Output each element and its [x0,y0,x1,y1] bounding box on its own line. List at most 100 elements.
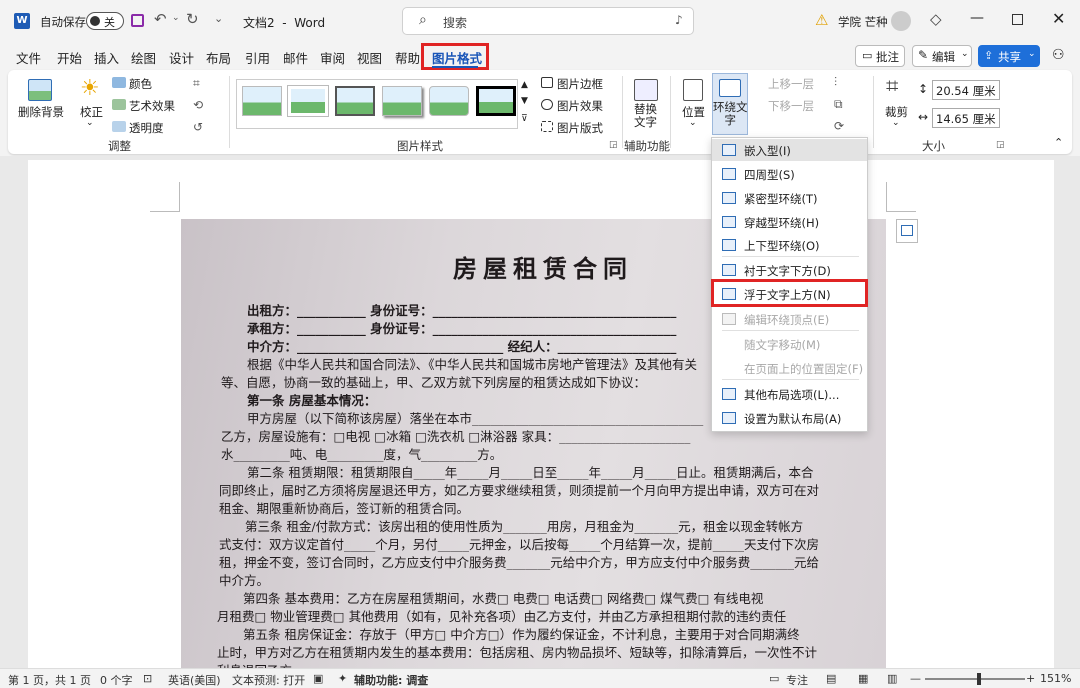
focus-label[interactable]: 专注 [786,672,808,688]
tab-design[interactable]: 设计 [169,48,194,67]
art-effect-label[interactable]: 艺术效果 [129,98,175,114]
wrap-menu-label: 衬于文字下方(D) [744,264,831,278]
macro-icon[interactable]: ▣ [313,672,323,685]
zoom-out-icon[interactable]: — [910,672,921,685]
web-layout-icon[interactable]: ▥ [887,672,897,685]
wrap-menu-item: 在页面上的位置固定(F) [712,357,867,379]
diamond-icon[interactable]: ◇ [930,10,942,28]
contract-line: 第二条 租赁期限：租赁期限自_____年_____月_____日至_____年_… [247,465,814,480]
layout-options-button[interactable] [896,219,918,243]
user-name[interactable]: 学院 芒种 [838,14,888,30]
print-layout-icon[interactable]: ▦ [858,672,868,685]
tab-draw[interactable]: 绘图 [131,48,156,67]
wrap-menu-item[interactable]: 四周型(S) [712,163,867,185]
tab-mailings[interactable]: 邮件 [283,48,308,67]
tab-file[interactable]: 文件 [16,48,41,67]
transparency-icon[interactable] [112,121,126,132]
wrap-menu-item[interactable]: 设置为默认布局(A) [712,407,867,429]
height-input[interactable]: 20.54 厘米 [932,80,1000,100]
picture-layout-icon[interactable] [541,121,553,132]
wrap-menu-item[interactable]: 紧密型环绕(T) [712,187,867,209]
picture-style-6[interactable] [476,86,516,116]
collapse-ribbon-icon[interactable]: ⌃ [1054,136,1063,149]
picture-style-3[interactable] [335,86,375,116]
focus-icon[interactable]: ▭ [769,672,779,685]
wrap-menu-item[interactable]: 穿越型环绕(H) [712,211,867,233]
search-box[interactable]: ⌕ 搜索 ♪ [402,7,694,35]
picture-border-icon[interactable] [541,77,553,88]
person-icon[interactable]: ⚇ [1052,47,1065,63]
wrap-menu-item[interactable]: 其他布局选项(L)... [712,383,867,405]
qat-customize-icon[interactable]: ⌄ [214,12,223,25]
color-label[interactable]: 颜色 [129,76,152,92]
dialog-launcher-icon[interactable]: ◲ [996,140,1005,150]
picture-style-4[interactable] [382,86,422,116]
close-icon[interactable]: ✕ [1052,9,1065,28]
accessibility-status[interactable]: 辅助功能: 调查 [354,672,428,688]
tab-help[interactable]: 帮助 [395,48,420,67]
group-icon[interactable]: ⧉ [834,97,843,112]
effect-label[interactable]: 图片效果 [557,98,603,114]
gallery-scroll-down-icon[interactable]: ▼ [521,96,528,106]
maximize-icon[interactable] [1012,14,1023,25]
zoom-slider[interactable] [925,673,1025,685]
undo-icon[interactable]: ↶ [154,10,167,28]
position-icon[interactable] [683,79,703,101]
page-count[interactable]: 第 1 页，共 1 页 [8,672,91,688]
edit-button[interactable]: ✎ 编辑 ⌄ [912,45,972,67]
comment-button[interactable]: ▭ 批注 [855,45,905,67]
picture-style-1[interactable] [242,86,282,116]
gallery-scroll-up-icon[interactable]: ▲ [521,80,528,90]
zoom-in-icon[interactable]: + [1026,672,1035,685]
zoom-level[interactable]: 151% [1040,672,1071,685]
wrap-menu-item[interactable]: 衬于文字下方(D) [712,259,867,281]
zoom-thumb[interactable] [977,673,981,685]
artistic-effects-icon[interactable] [112,99,126,110]
remove-bg-label[interactable]: 删除背景 [18,104,64,120]
share-button[interactable]: ⇪ 共享 ⌄ [978,45,1040,67]
read-mode-icon[interactable]: ▤ [826,672,836,685]
microphone-icon[interactable]: ♪ [675,13,683,27]
change-picture-icon[interactable]: ⟲ [193,98,203,112]
gallery-more-icon[interactable]: ⊽ [521,114,528,124]
avatar[interactable] [891,11,911,31]
redo-icon[interactable]: ↻ [186,10,199,28]
crop-icon[interactable]: ⌗ [886,74,898,99]
minimize-icon[interactable]: — [970,10,984,26]
picture-style-5[interactable] [429,86,469,116]
group-adjust-label: 调整 [108,139,131,153]
corrections-icon[interactable]: ☀ [80,76,100,101]
tab-insert[interactable]: 插入 [94,48,119,67]
dialog-launcher-icon[interactable]: ◲ [609,140,618,150]
layout-label[interactable]: 图片版式 [557,120,603,136]
alt-text-icon[interactable] [634,79,658,101]
proofing-icon[interactable]: ⊡ [143,672,152,685]
autosave-toggle[interactable]: 关 [86,12,124,30]
tab-home[interactable]: 开始 [57,48,82,67]
picture-effects-icon[interactable] [541,99,553,110]
contract-line: 同即终止，届时乙方须将房屋退还甲方，如乙方要求继续租赁，则须提前一个月向甲方提出… [219,483,820,498]
picture-style-2[interactable] [287,85,329,117]
remove-background-icon[interactable] [28,79,52,101]
rotate-icon[interactable]: ⟳ [834,119,844,133]
align-icon[interactable]: ⫶ [834,75,837,90]
width-input[interactable]: 14.65 厘米 [932,108,1000,128]
undo-dropdown-icon[interactable]: ⌄ [172,13,180,23]
tab-layout[interactable]: 布局 [206,48,231,67]
tab-references[interactable]: 引用 [245,48,270,67]
word-logo-icon: W [14,13,30,29]
border-label[interactable]: 图片边框 [557,76,603,92]
tab-review[interactable]: 审阅 [320,48,345,67]
wrap-menu-item[interactable]: 嵌入型(I) [712,139,867,161]
reset-picture-icon[interactable]: ↺ [193,120,203,134]
color-icon[interactable] [112,77,126,88]
wrap-menu-item[interactable]: 上下型环绕(O) [712,234,867,256]
save-icon[interactable] [131,14,144,27]
transparency-label[interactable]: 透明度 [129,120,164,136]
text-prediction[interactable]: 文本预测: 打开 [232,672,305,688]
alt-text-label[interactable]: 替换 文字 [634,103,657,129]
compress-icon[interactable]: ⌗ [193,76,200,91]
tab-view[interactable]: 视图 [357,48,382,67]
language[interactable]: 英语(美国) [168,672,221,688]
word-count[interactable]: 0 个字 [100,672,133,688]
